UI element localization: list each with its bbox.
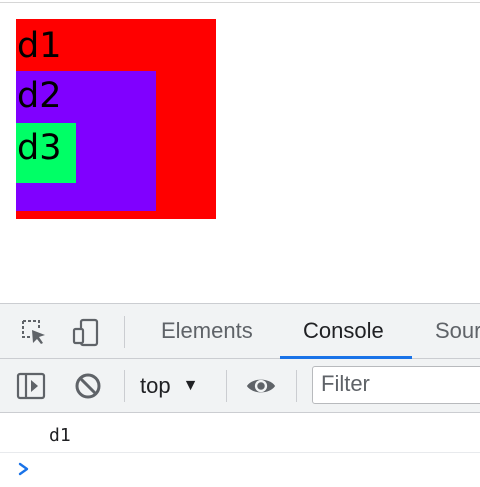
console-output: d1 [0, 413, 480, 487]
toolbar-divider [226, 370, 227, 402]
tab-console-label: Console [303, 318, 384, 343]
page: d1 d2 d3 Elements Console Sour top ▼ Fil… [0, 0, 480, 487]
live-expression-icon[interactable] [245, 370, 277, 402]
tab-sources[interactable]: Sour [435, 304, 480, 358]
toolbar-divider [124, 316, 125, 348]
clear-console-icon[interactable] [72, 370, 104, 402]
box-d3-label: d3 [17, 128, 62, 168]
console-toolbar: top ▼ [0, 359, 480, 413]
devtools-panel: Elements Console Sour top ▼ Filter d1 [0, 303, 480, 487]
dropdown-arrow-icon: ▼ [182, 377, 199, 394]
inspect-element-icon[interactable] [18, 316, 50, 348]
filter-field[interactable] [312, 366, 480, 404]
show-sidebar-icon[interactable] [15, 370, 47, 402]
toolbar-divider [124, 370, 125, 402]
chevron-right-icon [17, 461, 31, 482]
box-d2: d2 d3 [16, 71, 156, 211]
tab-sources-label: Sour [435, 318, 480, 343]
box-d2-label: d2 [17, 76, 62, 116]
filter-input[interactable] [313, 367, 480, 401]
console-log-message: d1 [49, 425, 71, 446]
box-d3: d3 [16, 123, 76, 183]
tab-elements[interactable]: Elements [161, 304, 253, 358]
context-value: top [140, 373, 171, 398]
console-prompt[interactable] [0, 453, 480, 487]
context-selector[interactable]: top ▼ [140, 367, 198, 405]
tab-elements-label: Elements [161, 318, 253, 343]
toolbar-divider [296, 370, 297, 402]
tab-console[interactable]: Console [303, 304, 384, 358]
top-divider [0, 2, 480, 3]
box-d1-label: d1 [17, 26, 62, 66]
console-log-line: d1 [0, 413, 480, 453]
device-toolbar-icon[interactable] [70, 316, 102, 348]
box-d1: d1 d2 d3 [16, 19, 216, 219]
devtools-tabbar: Elements Console Sour [0, 303, 480, 359]
